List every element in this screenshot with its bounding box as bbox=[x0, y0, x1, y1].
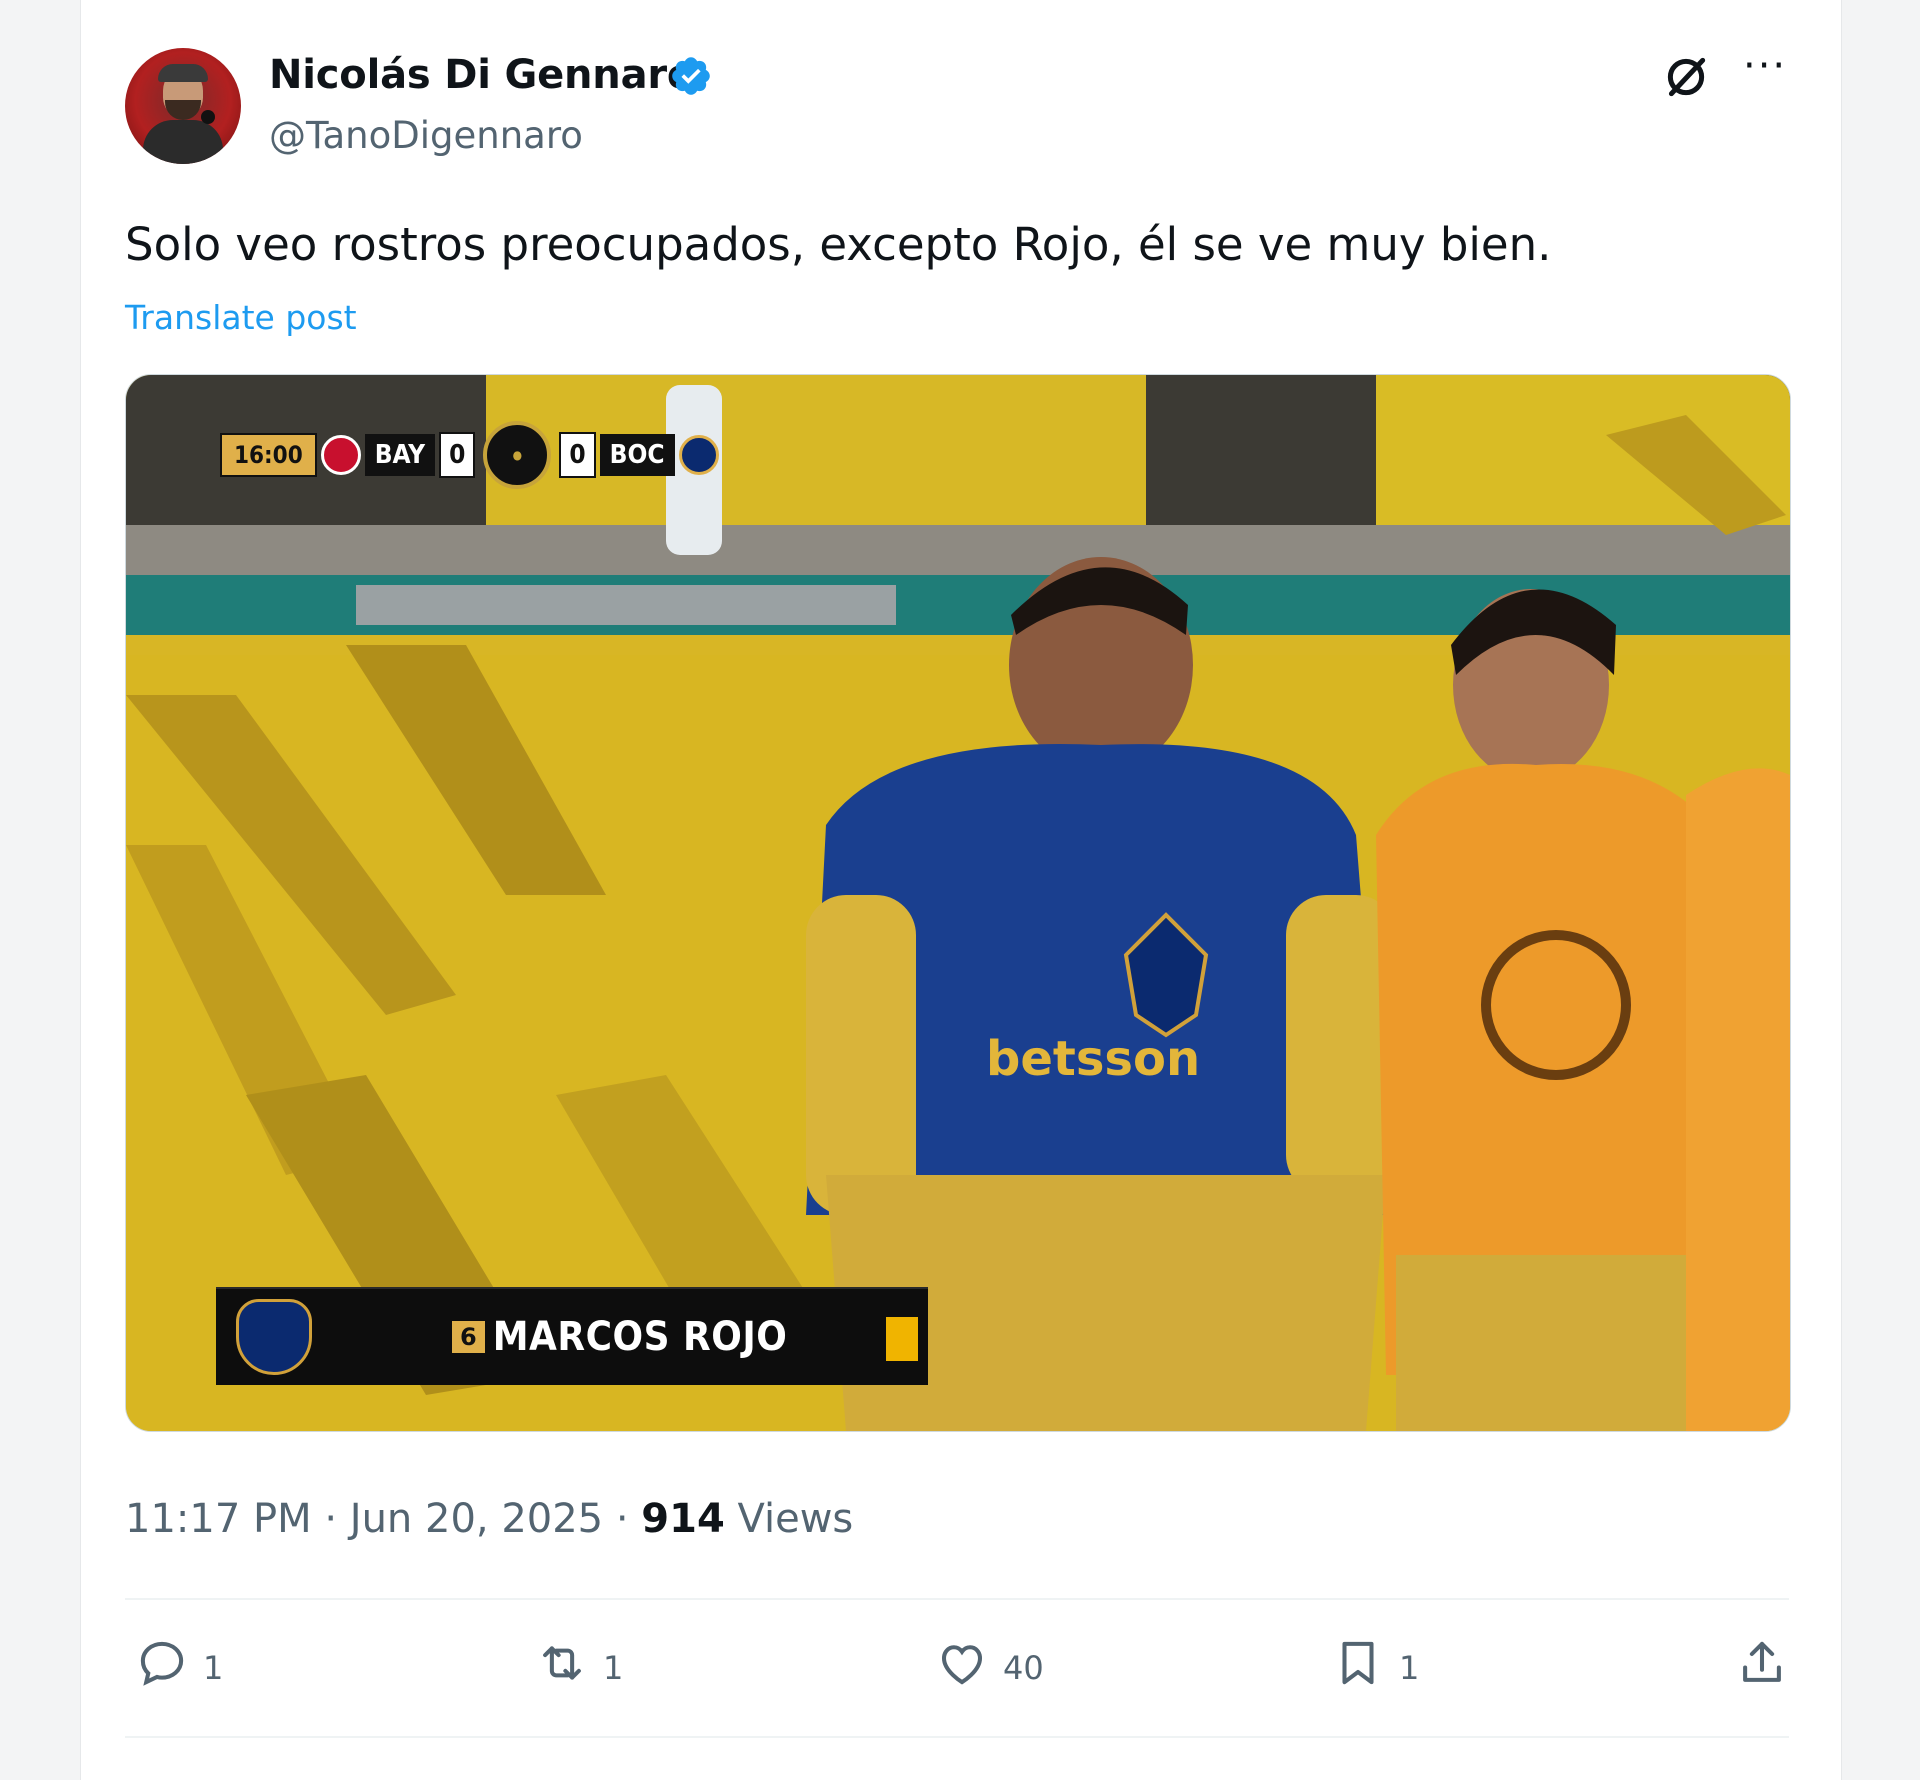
divider-top bbox=[125, 1598, 1789, 1600]
home-team-crest-icon bbox=[320, 435, 361, 475]
grok-icon[interactable] bbox=[1661, 52, 1711, 102]
author-handle[interactable]: @TanoDigennaro bbox=[269, 114, 583, 157]
author-name[interactable]: Nicolás Di Gennaro bbox=[269, 52, 694, 98]
post-media-image[interactable]: betsson 16:00 BAY 0 ● 0 BOC 6 MARCOS ROJ… bbox=[125, 374, 1791, 1432]
author-avatar[interactable] bbox=[125, 48, 241, 164]
reply-count: 1 bbox=[203, 1649, 224, 1687]
scorebug: 16:00 BAY 0 ● 0 BOC bbox=[220, 421, 723, 489]
like-count: 40 bbox=[1003, 1649, 1044, 1687]
repost-icon bbox=[543, 1646, 581, 1680]
more-icon[interactable]: ··· bbox=[1743, 46, 1791, 96]
share-icon bbox=[1743, 1641, 1781, 1682]
post-date[interactable]: Jun 20, 2025 bbox=[350, 1496, 603, 1542]
views-label: Views bbox=[737, 1496, 854, 1542]
away-team-crest-icon bbox=[678, 435, 719, 475]
bookmark-button[interactable]: 1 bbox=[1331, 1636, 1419, 1690]
verified-badge-icon bbox=[672, 57, 710, 95]
post-card: Nicolás Di Gennaro @TanoDigennaro ··· So… bbox=[80, 0, 1842, 1780]
meta-separator: · bbox=[615, 1496, 642, 1542]
repost-count: 1 bbox=[603, 1649, 624, 1687]
repost-button[interactable]: 1 bbox=[535, 1636, 623, 1690]
like-icon bbox=[941, 1645, 983, 1685]
views-count: 914 bbox=[641, 1496, 725, 1542]
translate-post-link[interactable]: Translate post bbox=[125, 298, 357, 337]
match-clock: 16:00 bbox=[220, 433, 317, 477]
away-team-score: 0 bbox=[559, 432, 596, 478]
tournament-logo-icon: ● bbox=[483, 421, 552, 489]
media-scene: betsson bbox=[126, 375, 1790, 1431]
share-button[interactable] bbox=[1735, 1636, 1789, 1690]
home-team-abbr: BAY bbox=[364, 434, 436, 476]
lower-third-accent bbox=[886, 1317, 918, 1361]
reply-button[interactable]: 1 bbox=[135, 1636, 223, 1690]
post-time[interactable]: 11:17 PM bbox=[125, 1496, 312, 1542]
svg-text:betsson: betsson bbox=[986, 1031, 1200, 1087]
post-text: Solo veo rostros preocupados, excepto Ro… bbox=[125, 218, 1552, 271]
bookmark-count: 1 bbox=[1399, 1649, 1420, 1687]
away-team-abbr: BOC bbox=[599, 434, 675, 476]
bookmark-icon bbox=[1342, 1641, 1374, 1685]
home-team-score: 0 bbox=[439, 432, 476, 478]
meta-separator: · bbox=[324, 1496, 350, 1542]
divider-bottom bbox=[125, 1736, 1789, 1738]
avatar-beard bbox=[165, 100, 201, 120]
club-crest-icon bbox=[236, 1299, 312, 1375]
action-bar: 1 1 40 1 bbox=[125, 1636, 1789, 1700]
reply-icon bbox=[140, 1641, 184, 1686]
avatar-cap bbox=[158, 64, 208, 82]
post-metadata: 11:17 PM · Jun 20, 2025 · 914 Views bbox=[125, 1496, 853, 1542]
avatar-shirt bbox=[143, 120, 223, 164]
player-lower-third: 6 MARCOS ROJO bbox=[216, 1287, 928, 1385]
player-name: MARCOS ROJO bbox=[492, 1314, 788, 1360]
like-button[interactable]: 40 bbox=[935, 1636, 1044, 1690]
avatar-microphone bbox=[201, 110, 215, 124]
player-number: 6 bbox=[452, 1321, 485, 1353]
